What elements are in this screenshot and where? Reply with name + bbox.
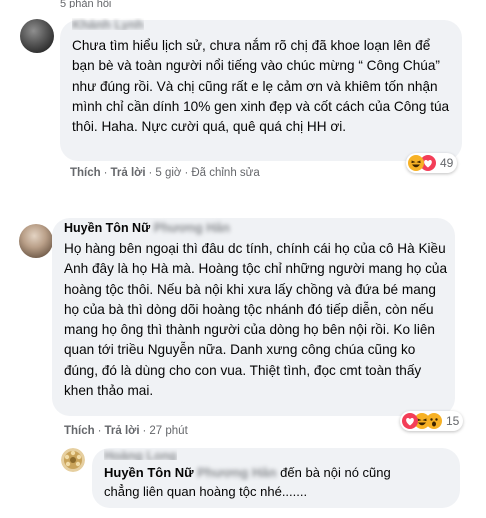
heart-icon [402,413,418,429]
previous-replies-hint[interactable]: 5 phản hồi [60,0,260,8]
mention-link[interactable]: Huyền Tôn Nữ Phương Hân [104,465,277,480]
avatar[interactable] [19,224,53,258]
like-button[interactable]: Thích [64,425,95,437]
comment-author[interactable]: Huyền Tôn Nữ Phương Hân [64,221,230,235]
comment-text: Họ hàng bên ngoại thì đâu dc tính, chính… [64,241,448,399]
reaction-count: 49 [440,156,454,170]
comment-bubble: Khánh Lynh Chưa tìm hiểu lịch sử, chưa n… [60,18,462,161]
reaction-count: 15 [446,414,460,428]
comment-text: Chưa tìm hiểu lịch sử, chưa nắm rõ chị đ… [72,38,450,135]
like-button[interactable]: Thích [70,167,101,179]
reply-text: Huyền Tôn Nữ Phương Hân đến bà nội nó cũ… [104,465,391,499]
comment-time[interactable]: 27 phút [149,425,187,437]
comment-actions: Thích · Trả lời · 27 phút [64,425,188,437]
comment-bubble: Huyền Tôn Nữ Phương Hân Họ hàng bên ngoạ… [52,218,455,416]
comment-time[interactable]: 5 giờ [155,167,181,179]
haha-icon [408,155,424,171]
reaction-summary[interactable]: 49 [406,153,458,173]
reply-button[interactable]: Trả lời [111,167,146,179]
previous-replies-text: 5 phản hồi [60,0,112,8]
reaction-summary[interactable]: 15 [400,411,464,431]
reply-button[interactable]: Trả lời [105,425,140,437]
avatar[interactable] [61,448,85,472]
avatar-image [61,448,85,472]
comment-actions: Thích · Trả lời · 5 giờ · Đã chỉnh sửa [70,167,260,179]
reply-author[interactable]: Hoàng Long [104,449,177,460]
edited-label: Đã chỉnh sửa [191,167,260,179]
comment-author[interactable]: Khánh Lynh [72,18,144,30]
reply-bubble: Hoàng Long Huyền Tôn Nữ Phương Hân đến b… [92,448,460,508]
avatar[interactable] [20,19,54,53]
